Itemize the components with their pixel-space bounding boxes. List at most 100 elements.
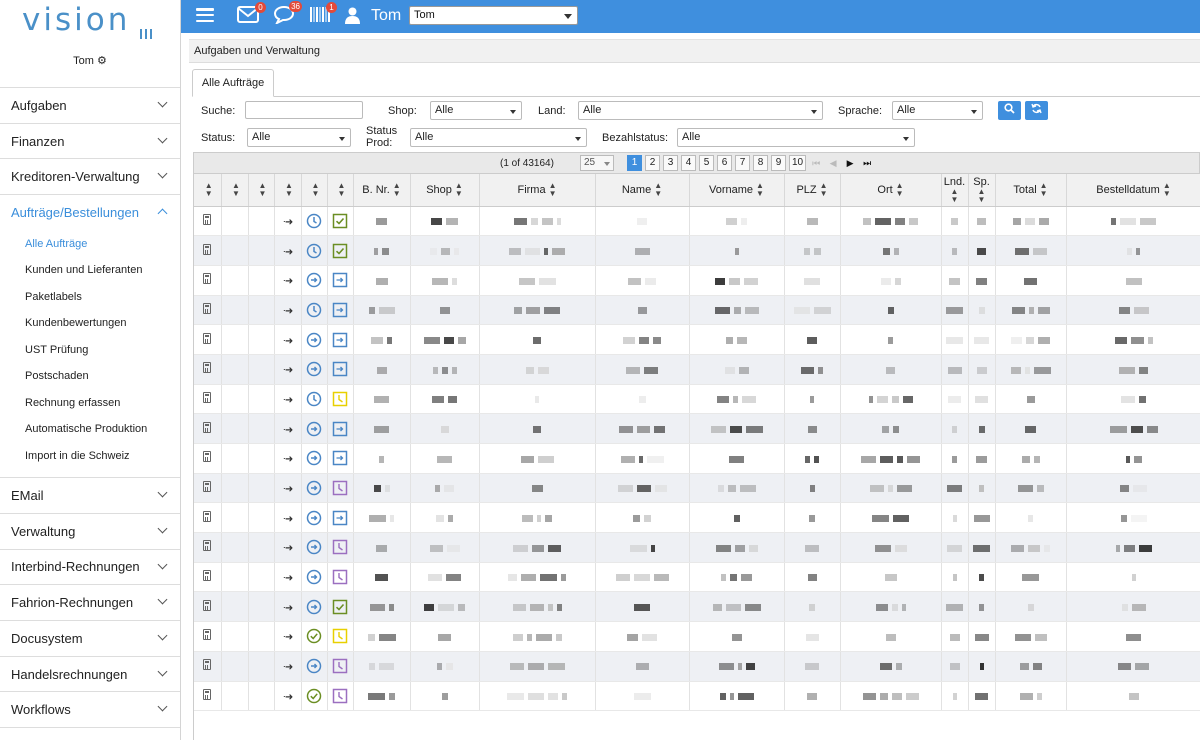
cell-invoice[interactable] [194,651,222,682]
cell-state[interactable] [301,295,328,326]
calculator-icon[interactable] [203,391,212,403]
sidebar-item-10[interactable]: Workflows [0,692,180,729]
column-header-10[interactable]: Vorname ▲ ▼ [689,174,785,207]
circle-arrow-icon[interactable] [306,569,322,585]
sidebar-subitem-4[interactable]: UST Prüfung [0,337,180,364]
cell-transfer[interactable]: ⋅➜ [274,473,302,504]
sidebar-item-3[interactable]: Aufträge/Bestellungen [0,195,180,231]
table-row[interactable]: ⋅➜ [194,502,1200,534]
table-row[interactable]: ⋅➜ [194,562,1200,593]
cell-transfer[interactable]: ⋅➜ [274,651,302,682]
circle-arrow-icon[interactable] [306,272,322,288]
sidebar-subitem-0[interactable]: Alle Aufträge [0,231,180,258]
arrow-blue-icon[interactable] [332,272,348,288]
column-header-9[interactable]: Name ▲ ▼ [595,174,690,207]
cell-transfer[interactable]: ⋅➜ [274,681,302,712]
cell-status[interactable] [327,235,354,266]
calculator-icon[interactable] [203,570,212,582]
cell-invoice[interactable] [194,502,222,534]
circle-arrow-icon[interactable] [306,540,322,555]
cell-invoice[interactable] [194,591,222,623]
calculator-icon[interactable] [203,213,212,225]
sidebar-subitem-6[interactable]: Rechnung erfassen [0,390,180,417]
cell-invoice[interactable] [194,384,222,415]
clock-purple-icon[interactable] [332,569,348,585]
land-select[interactable]: Alle [578,101,823,120]
cell-invoice[interactable] [194,206,222,237]
cell-state[interactable] [301,443,328,474]
barcode-icon[interactable]: 1 [310,2,337,26]
check-circle-icon[interactable] [306,688,322,704]
circle-arrow-icon[interactable] [306,451,322,466]
column-header-12[interactable]: Ort ▲ ▼ [840,174,942,207]
cell-invoice[interactable] [194,473,222,504]
arrow-blue-icon[interactable] [332,302,348,318]
cell-transfer[interactable]: ⋅➜ [274,324,302,355]
last-page-icon[interactable]: ⏭ [860,155,874,171]
check-green-icon[interactable] [332,213,348,229]
circle-arrow-icon[interactable] [306,361,322,377]
prev-page-icon[interactable]: ◀ [826,155,840,171]
sidebar-subitem-2[interactable]: Paketlabels [0,284,180,311]
menu-icon[interactable] [196,8,214,22]
clock-icon[interactable] [306,213,322,229]
cell-status[interactable] [327,502,354,534]
calculator-icon[interactable] [203,243,212,255]
check-circle-icon[interactable] [306,629,322,644]
transfer-icon[interactable]: ⋅➜ [283,454,294,465]
table-row[interactable]: ⋅➜ [194,235,1200,266]
circle-arrow-icon[interactable] [306,480,322,496]
column-header-13[interactable]: Lnd. ▲ ▼ [941,174,969,207]
cell-invoice[interactable] [194,621,222,652]
transfer-icon[interactable]: ⋅➜ [283,276,294,287]
arrow-blue-icon[interactable] [332,361,348,377]
column-header-5[interactable]: ▲ ▼ [327,174,354,207]
first-page-icon[interactable]: ⏮ [809,155,823,171]
column-header-1[interactable]: ▲ ▼ [221,174,249,207]
check-green-icon[interactable] [332,243,348,258]
cell-transfer[interactable]: ⋅➜ [274,265,302,296]
transfer-icon[interactable]: ⋅➜ [283,662,294,673]
cell-status[interactable] [327,591,354,623]
column-header-6[interactable]: B. Nr. ▲ ▼ [353,174,411,207]
sidebar-item-7[interactable]: Fahrion-Rechnungen [0,585,180,621]
table-row[interactable]: ⋅➜ [194,265,1200,296]
per-page-select[interactable]: 25 [580,155,614,171]
table-row[interactable]: ⋅➜ [194,681,1200,712]
transfer-icon[interactable]: ⋅➜ [283,484,294,495]
transfer-icon[interactable]: ⋅➜ [283,395,294,406]
cell-status[interactable] [327,562,354,593]
arrow-blue-icon[interactable] [332,421,348,436]
calculator-icon[interactable] [203,540,212,552]
cell-state[interactable] [301,413,328,444]
calculator-icon[interactable] [203,510,212,522]
calculator-icon[interactable] [203,273,212,285]
calculator-icon[interactable] [203,362,212,374]
sidebar-item-0[interactable]: Aufgaben [0,88,180,124]
cell-invoice[interactable] [194,681,222,712]
cell-state[interactable] [301,354,328,385]
page-link-3[interactable]: 3 [663,155,678,171]
column-header-4[interactable]: ▲ ▼ [301,174,328,207]
cell-status[interactable] [327,295,354,326]
page-link-9[interactable]: 9 [771,155,786,171]
cell-status[interactable] [327,532,354,563]
transfer-icon[interactable]: ⋅➜ [283,306,294,317]
sidebar-item-5[interactable]: Verwaltung [0,514,180,550]
page-link-1[interactable]: 1 [627,155,642,171]
transfer-icon[interactable]: ⋅➜ [283,573,294,584]
table-row[interactable]: ⋅➜ [194,354,1200,385]
cell-status[interactable] [327,621,354,652]
circle-arrow-icon[interactable] [306,510,322,525]
page-link-2[interactable]: 2 [645,155,660,171]
cell-status[interactable] [327,206,354,237]
column-header-0[interactable]: ▲ ▼ [194,174,222,207]
cell-state[interactable] [301,235,328,266]
table-row[interactable]: ⋅➜ [194,295,1200,326]
sidebar-item-2[interactable]: Kreditoren-Verwaltung [0,159,180,196]
column-header-7[interactable]: Shop ▲ ▼ [410,174,480,207]
transfer-icon[interactable]: ⋅➜ [283,692,294,703]
cell-state[interactable] [301,621,328,652]
table-row[interactable]: ⋅➜ [194,384,1200,415]
sidebar-subitem-5[interactable]: Postschaden [0,363,180,390]
